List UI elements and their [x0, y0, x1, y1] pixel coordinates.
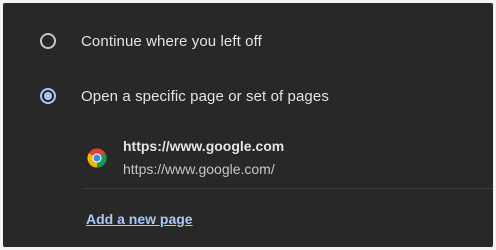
settings-panel: Continue where you left off Open a speci… [0, 0, 496, 250]
startup-page-url: https://www.google.com/ [123, 161, 275, 177]
radio-label-open-specific: Open a specific page or set of pages [81, 87, 329, 105]
radio-label-continue: Continue where you left off [81, 32, 262, 50]
radio-open-specific-pages[interactable]: Open a specific page or set of pages [3, 76, 493, 116]
radio-checked-icon[interactable] [40, 88, 56, 104]
on-startup-card: Continue where you left off Open a speci… [3, 3, 493, 247]
startup-page-entry[interactable]: https://www.google.com https://www.googl… [83, 135, 493, 187]
add-new-page-link[interactable]: Add a new page [86, 211, 193, 227]
chrome-icon [87, 148, 107, 168]
startup-page-title: https://www.google.com [123, 138, 285, 154]
radio-unchecked-icon[interactable] [40, 33, 56, 49]
radio-continue-where-left-off[interactable]: Continue where you left off [3, 21, 493, 61]
divider [83, 188, 493, 189]
